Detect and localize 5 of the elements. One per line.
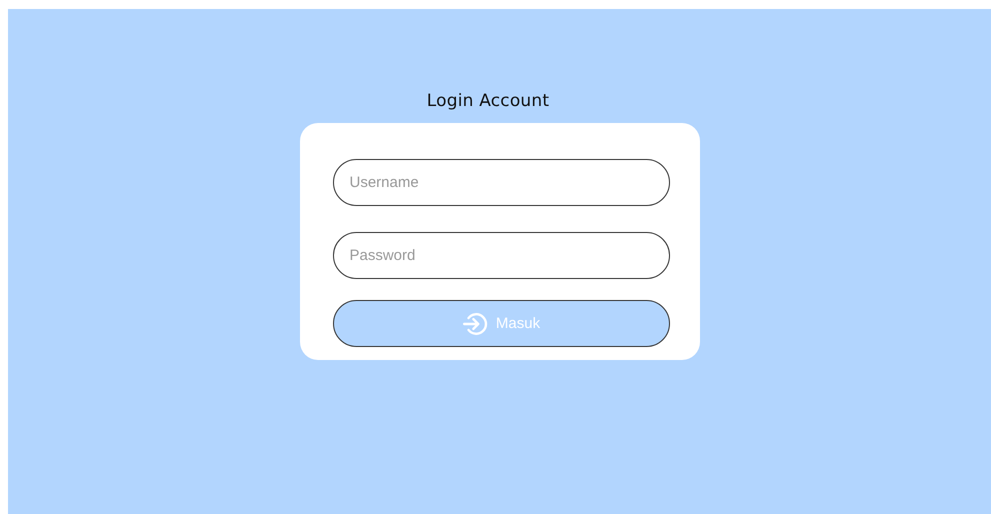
login-title: Login Account [426,91,550,111]
input-field[interactable]: Username [332,159,670,206]
login-button[interactable]: Masuk [332,300,670,347]
login-icon [462,310,488,336]
input-field[interactable]: Password [332,232,670,279]
